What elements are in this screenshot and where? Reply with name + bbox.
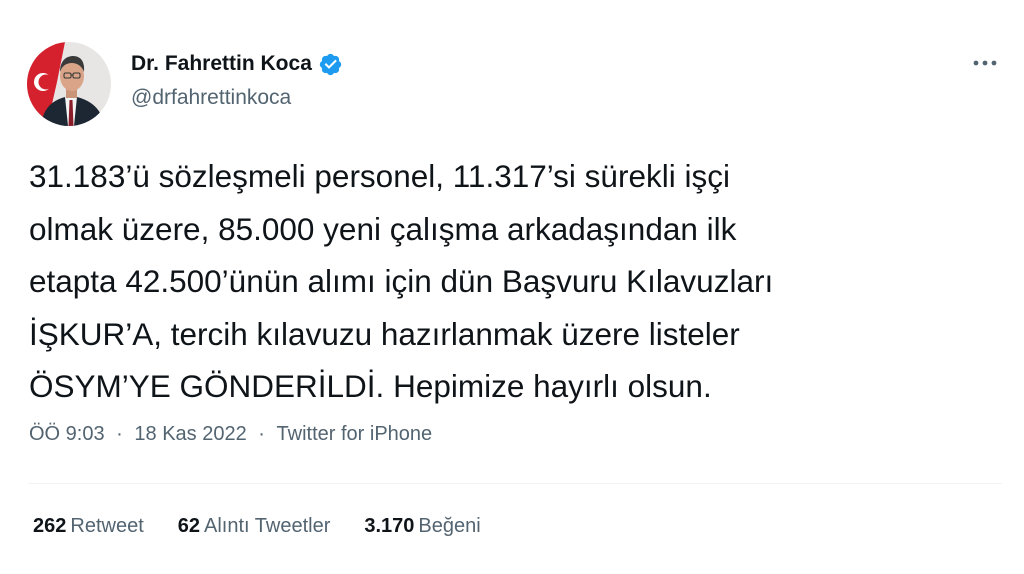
tweet-text-line: 31.183’ü sözleşmeli personel, 11.317’si … bbox=[29, 158, 730, 194]
tweet-card: Dr. Fahrettin Koca @drfahrettinkoca 31.1… bbox=[0, 0, 1024, 574]
meta-separator: · bbox=[116, 423, 123, 445]
retweet-count: 262 bbox=[33, 515, 67, 537]
like-label: Beğeni bbox=[418, 515, 481, 537]
retweet-count-link[interactable]: 262 Retweet bbox=[33, 515, 144, 538]
tweet-text-line: olmak üzere, 85.000 yeni çalışma arkadaş… bbox=[29, 210, 737, 247]
tweet-source[interactable]: Twitter for iPhone bbox=[277, 423, 433, 446]
tweet-text-line: ÖSYM’YE GÖNDERİLDİ. Hepimize hayırlı ols… bbox=[29, 368, 712, 404]
tweet-date[interactable]: 18 Kas 2022 bbox=[134, 423, 246, 446]
tweet-stats: 262 Retweet 62 Alıntı Tweetler 3.170 Beğeni bbox=[33, 515, 481, 538]
more-options-button[interactable] bbox=[966, 48, 1004, 78]
quote-tweet-label: Alıntı Tweetler bbox=[204, 515, 331, 537]
quote-tweet-count: 62 bbox=[177, 515, 200, 537]
tweet-text-line: İŞKUR’A, tercih kılavuzu hazırlanmak üze… bbox=[29, 315, 740, 352]
author-handle[interactable]: @drfahrettinkoca bbox=[131, 86, 291, 110]
author-name-row: Dr. Fahrettin Koca bbox=[131, 49, 343, 79]
more-horizontal-icon bbox=[973, 60, 997, 66]
tweet-time[interactable]: ÖÖ 9:03 bbox=[29, 423, 105, 446]
divider bbox=[28, 483, 1002, 484]
tweet-metadata: ÖÖ 9:03 · 18 Kas 2022 · Twitter for iPho… bbox=[29, 423, 432, 446]
avatar-image bbox=[27, 42, 111, 126]
author-name[interactable]: Dr. Fahrettin Koca bbox=[131, 52, 312, 76]
meta-separator: · bbox=[258, 423, 265, 445]
like-count-link[interactable]: 3.170 Beğeni bbox=[364, 515, 480, 538]
retweet-label: Retweet bbox=[70, 515, 144, 537]
verified-badge-icon[interactable] bbox=[318, 52, 343, 77]
quote-tweet-count-link[interactable]: 62 Alıntı Tweetler bbox=[178, 515, 331, 538]
tweet-text-line: etapta 42.500’ünün alımı için dün Başvur… bbox=[29, 263, 774, 299]
author-avatar[interactable] bbox=[27, 42, 111, 126]
like-count: 3.170 bbox=[364, 515, 415, 537]
tweet-text: 31.183’ü sözleşmeli personel, 11.317’si … bbox=[29, 150, 989, 413]
